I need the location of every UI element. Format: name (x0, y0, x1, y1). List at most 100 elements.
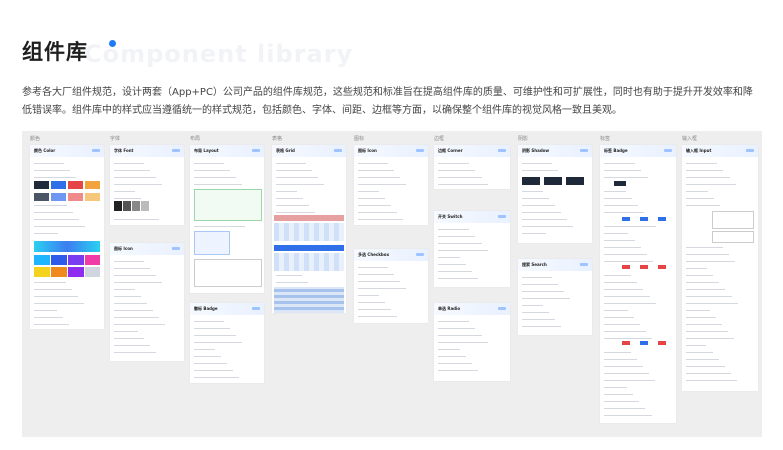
page-description: 参考各大厂组件规范，设计两套（App+PC）公司产品的组件库规范，这些规范和标准… (22, 87, 753, 116)
placeholder-line (34, 282, 66, 283)
placeholder-line (604, 275, 631, 276)
placeholder-line (358, 184, 406, 185)
placeholder-line (194, 321, 224, 322)
placeholder-line (522, 191, 543, 192)
placeholder-line (522, 219, 567, 220)
placeholder-line (358, 267, 388, 268)
placeholder-line (604, 401, 639, 402)
placeholder-line (686, 296, 732, 297)
card-title: 图标 Icon (114, 246, 133, 251)
placeholder-line (686, 373, 731, 374)
placeholder-line (114, 317, 159, 318)
placeholder-line (34, 317, 63, 318)
card-checkbox[interactable]: 多选 Checkbox (354, 249, 428, 323)
placeholder-line (34, 177, 76, 178)
placeholder-line (114, 275, 156, 276)
placeholder-line (686, 380, 737, 381)
title-watermark: Component library (84, 40, 354, 68)
placeholder-line (438, 363, 472, 364)
column-label-layout: 布局 (190, 136, 201, 142)
placeholder-line (114, 289, 135, 290)
placeholder-line (686, 247, 723, 248)
placeholder-line (276, 170, 312, 171)
placeholder-line (686, 303, 738, 304)
placeholder-line (686, 177, 730, 178)
card-layout[interactable]: 布局 Layout (190, 145, 264, 293)
card-table[interactable]: 表格 Grid (272, 145, 346, 313)
placeholder-line (438, 335, 482, 336)
placeholder-line (194, 163, 224, 164)
placeholder-line (114, 338, 144, 339)
column-label-border: 边框 (434, 136, 445, 142)
placeholder-line (194, 349, 215, 350)
placeholder-line (522, 198, 549, 199)
placeholder-line (604, 261, 653, 262)
placeholder-line (114, 219, 159, 220)
card-icon[interactable]: 图标 Icon (354, 145, 428, 225)
placeholder-line (604, 338, 652, 339)
placeholder-line (686, 324, 722, 325)
placeholder-line (604, 289, 643, 290)
placeholder-line (604, 296, 650, 297)
column-label-tag: 标签 (600, 136, 611, 142)
placeholder-line (686, 352, 713, 353)
placeholder-line (522, 305, 543, 306)
placeholder-line (114, 310, 153, 311)
card-icon-small[interactable]: 图标 Icon (110, 243, 184, 361)
page-title: 组件库 (22, 40, 88, 64)
placeholder-line (194, 177, 236, 178)
placeholder-line (358, 212, 397, 213)
placeholder-line (114, 331, 138, 332)
placeholder-line (522, 163, 552, 164)
placeholder-line (438, 278, 478, 279)
placeholder-line (438, 328, 475, 329)
placeholder-line (522, 291, 564, 292)
placeholder-line (194, 363, 227, 364)
card-badge[interactable]: 徽标 Badge (190, 303, 264, 383)
placeholder-line (604, 198, 632, 199)
card-title: 多选 Checkbox (358, 252, 390, 257)
placeholder-line (194, 335, 236, 336)
placeholder-line (604, 170, 641, 171)
placeholder-line (276, 184, 324, 185)
placeholder-line (358, 170, 394, 171)
card-title: 布局 Layout (194, 148, 219, 153)
placeholder-line (686, 191, 708, 192)
placeholder-line (438, 271, 472, 272)
placeholder-line (34, 233, 58, 234)
placeholder-line (604, 373, 649, 374)
placeholder-line (604, 226, 656, 227)
placeholder-line (686, 198, 714, 199)
card-radio[interactable]: 单选 Radio (434, 303, 510, 381)
card-color[interactable]: 颜色 Color (30, 145, 104, 329)
card-tag[interactable]: 标签 Badge (600, 145, 676, 423)
placeholder-line (686, 254, 729, 255)
placeholder-line (686, 310, 710, 311)
card-shadow[interactable]: 阴影 Shadow (518, 145, 592, 243)
placeholder-line (522, 277, 552, 278)
card-input[interactable]: 输入框 Input (682, 145, 758, 391)
card-title: 阴影 Shadow (522, 148, 550, 153)
placeholder-line (604, 233, 628, 234)
placeholder-line (358, 274, 394, 275)
card-search[interactable]: 搜索 Search (518, 259, 592, 335)
column-label-icon: 图标 (354, 136, 365, 142)
card-font[interactable]: 字体 Font (110, 145, 184, 225)
component-board: 颜色 字体 布局 表格 图标 边框 阴影 标签 输入框 颜色 Color 字体 … (22, 131, 762, 437)
placeholder-line (358, 163, 388, 164)
card-title: 颜色 Color (34, 148, 56, 153)
card-border[interactable]: 边框 Corner (434, 145, 510, 189)
placeholder-line (604, 310, 628, 311)
placeholder-line (438, 264, 466, 265)
card-switch[interactable]: 开关 Switch (434, 211, 510, 287)
placeholder-line (194, 356, 221, 357)
placeholder-line (34, 163, 64, 164)
placeholder-line (114, 191, 135, 192)
placeholder-line (522, 298, 570, 299)
placeholder-line (686, 331, 728, 332)
placeholder-line (604, 317, 634, 318)
placeholder-line (276, 275, 302, 276)
placeholder-line (276, 198, 303, 199)
placeholder-line (34, 226, 85, 227)
placeholder-line (686, 338, 734, 339)
